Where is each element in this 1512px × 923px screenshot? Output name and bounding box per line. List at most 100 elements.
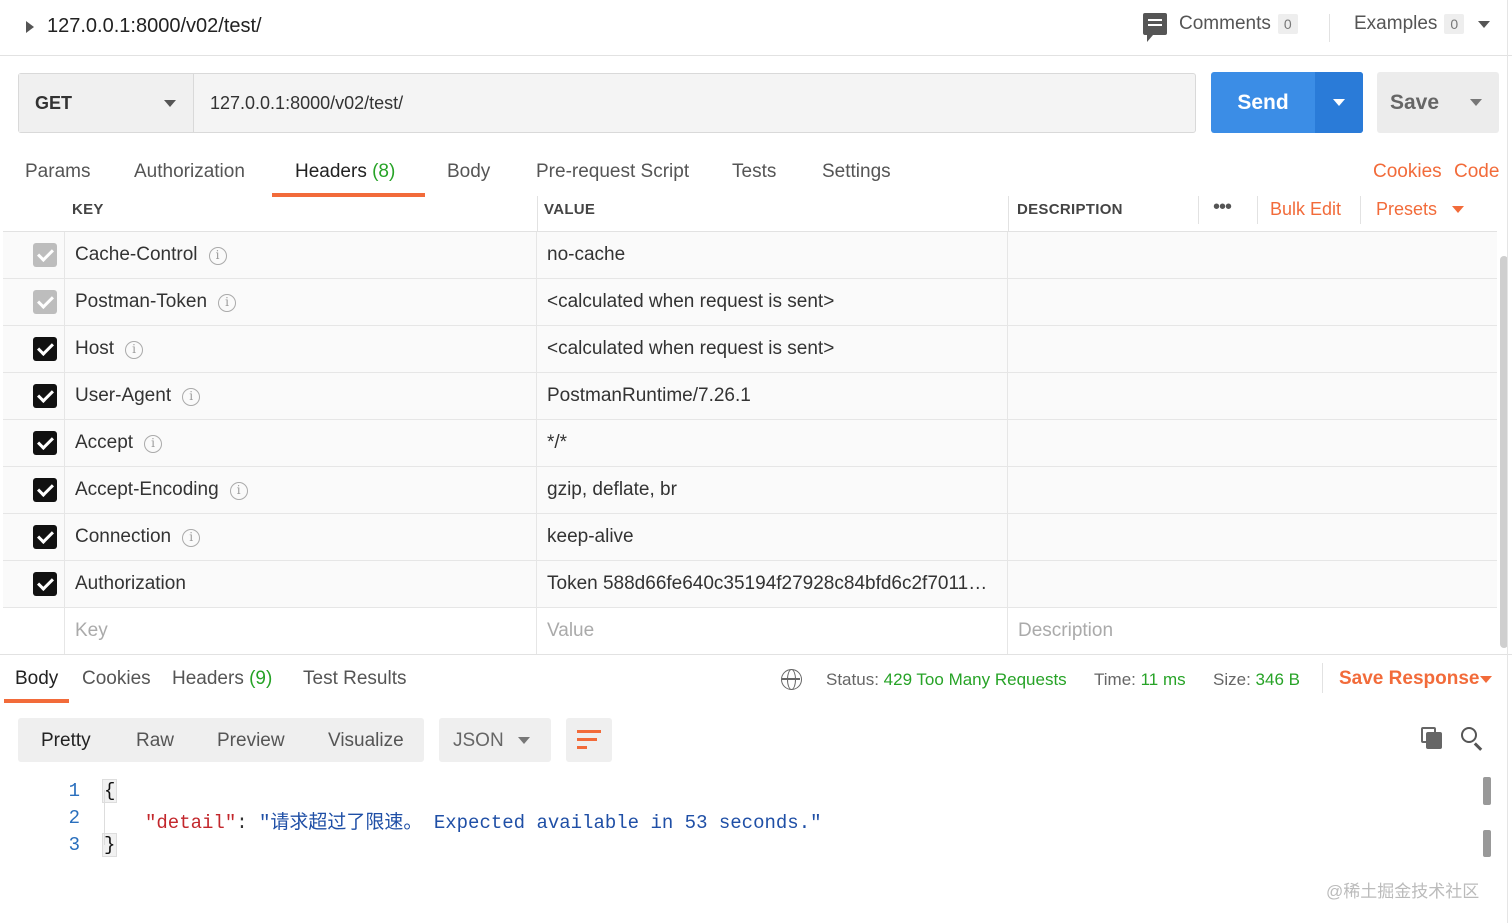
method-select[interactable]: GET — [19, 74, 194, 132]
code-scrollbar[interactable] — [1483, 830, 1491, 857]
chevron-down-icon — [1478, 20, 1491, 28]
tab-params[interactable]: Params — [25, 161, 90, 183]
status-label: Status: — [826, 670, 879, 689]
response-tab-test-results[interactable]: Test Results — [303, 668, 406, 690]
code-link[interactable]: Code — [1454, 161, 1499, 183]
header-description[interactable] — [1008, 232, 1497, 278]
response-tab-body[interactable]: Body — [15, 668, 58, 690]
url-input[interactable] — [194, 74, 1195, 132]
header-checkbox[interactable] — [33, 431, 57, 455]
info-icon[interactable]: i — [125, 341, 144, 359]
tab-headers-count: (8) — [372, 161, 396, 182]
format-visualize[interactable]: Visualize — [328, 730, 404, 752]
globe-icon[interactable] — [781, 669, 802, 690]
table-row: Host i <calculated when request is sent> — [3, 326, 1497, 373]
comments-label: Comments — [1179, 13, 1271, 34]
presets-dropdown[interactable]: Presets — [1376, 199, 1437, 220]
header-key[interactable]: Cache-Control — [75, 244, 198, 265]
header-value[interactable]: PostmanRuntime/7.26.1 — [547, 385, 997, 407]
header-checkbox[interactable] — [33, 243, 57, 267]
bulk-edit-link[interactable]: Bulk Edit — [1270, 199, 1341, 220]
info-icon[interactable]: i — [229, 482, 248, 500]
header-checkbox[interactable] — [33, 478, 57, 502]
method-label: GET — [35, 93, 73, 113]
header-value[interactable]: <calculated when request is sent> — [547, 338, 997, 360]
header-value[interactable]: <calculated when request is sent> — [547, 291, 997, 313]
chevron-down-icon — [1469, 99, 1482, 106]
header-value[interactable]: keep-alive — [547, 526, 997, 548]
tab-settings[interactable]: Settings — [822, 161, 891, 183]
time-value[interactable]: 11 ms — [1141, 670, 1186, 689]
save-response-button[interactable]: Save Response — [1339, 668, 1479, 690]
info-icon[interactable]: i — [208, 247, 227, 265]
table-row: Authorization Token 588d66fe640c35194f27… — [3, 561, 1497, 608]
header-checkbox[interactable] — [33, 384, 57, 408]
comments-button[interactable]: Comments 0 — [1143, 13, 1298, 42]
tab-headers[interactable]: Headers (8) — [295, 161, 395, 183]
send-options-button[interactable] — [1315, 72, 1363, 133]
copy-icon[interactable] — [1421, 727, 1443, 749]
request-title[interactable]: 127.0.0.1:8000/v02/test/ — [47, 15, 262, 38]
save-button[interactable]: Save — [1377, 72, 1452, 133]
new-value-input[interactable]: Value — [547, 620, 594, 642]
cookies-link[interactable]: Cookies — [1373, 161, 1442, 183]
response-tab-cookies[interactable]: Cookies — [82, 668, 151, 690]
header-description[interactable] — [1008, 467, 1497, 513]
header-key[interactable]: User-Agent — [75, 385, 171, 406]
header-key[interactable]: Authorization — [75, 573, 186, 594]
header-checkbox[interactable] — [33, 290, 57, 314]
size-value[interactable]: 346 B — [1256, 670, 1300, 689]
tab-authorization[interactable]: Authorization — [134, 161, 245, 183]
header-key[interactable]: Connection — [75, 526, 171, 547]
headers-table: KEY VALUE DESCRIPTION ••• Bulk Edit Pres… — [3, 186, 1497, 655]
info-icon[interactable]: i — [182, 388, 201, 406]
header-description[interactable] — [1008, 420, 1497, 466]
tab-body[interactable]: Body — [447, 161, 490, 183]
tab-prerequest-script[interactable]: Pre-request Script — [536, 161, 689, 183]
header-description[interactable] — [1008, 561, 1497, 607]
new-key-input[interactable]: Key — [75, 620, 108, 642]
header-description[interactable] — [1008, 373, 1497, 419]
code-scrollbar[interactable] — [1483, 777, 1491, 805]
header-value[interactable]: Token 588d66fe640c35194f27928c84bfd6c2f7… — [547, 573, 997, 595]
status-value[interactable]: 429 Too Many Requests — [884, 670, 1067, 689]
send-button[interactable]: Send — [1211, 72, 1315, 133]
response-tabs: Body Cookies Headers (9) Test Results St… — [0, 654, 1512, 703]
active-tab-indicator — [4, 699, 69, 703]
save-options-button[interactable] — [1452, 72, 1499, 133]
info-icon[interactable]: i — [182, 529, 201, 547]
header-description[interactable] — [1008, 514, 1497, 560]
format-pretty[interactable]: Pretty — [41, 730, 91, 752]
table-row: User-Agent i PostmanRuntime/7.26.1 — [3, 373, 1497, 420]
header-value[interactable]: */* — [547, 432, 997, 454]
header-value[interactable]: gzip, deflate, br — [547, 479, 997, 501]
format-raw[interactable]: Raw — [136, 730, 174, 752]
header-key[interactable]: Accept-Encoding — [75, 479, 219, 500]
response-body-code[interactable]: 1 2 3 { "detail": "请求超过了限速。 Expected ava… — [0, 775, 1500, 885]
wrap-lines-button[interactable] — [566, 718, 612, 762]
new-description-input[interactable]: Description — [1018, 620, 1113, 642]
header-checkbox[interactable] — [33, 337, 57, 361]
header-checkbox[interactable] — [33, 525, 57, 549]
expand-caret-icon[interactable] — [26, 21, 34, 33]
more-options-icon[interactable]: ••• — [1213, 196, 1232, 219]
format-preview[interactable]: Preview — [217, 730, 285, 752]
header-checkbox[interactable] — [33, 572, 57, 596]
header-key[interactable]: Accept — [75, 432, 133, 453]
header-key[interactable]: Host — [75, 338, 114, 359]
table-row: Connection i keep-alive — [3, 514, 1497, 561]
status-readout: Status: 429 Too Many Requests — [826, 670, 1067, 690]
header-description[interactable] — [1008, 279, 1497, 325]
tab-tests[interactable]: Tests — [732, 161, 776, 183]
examples-label: Examples — [1354, 13, 1438, 34]
response-tab-headers[interactable]: Headers (9) — [172, 668, 272, 690]
info-icon[interactable]: i — [218, 294, 237, 312]
language-select[interactable]: JSON — [439, 718, 551, 762]
header-value[interactable]: no-cache — [547, 244, 997, 266]
header-description[interactable] — [1008, 326, 1497, 372]
examples-dropdown[interactable]: Examples 0 — [1354, 13, 1491, 35]
header-key[interactable]: Postman-Token — [75, 291, 207, 312]
search-icon[interactable] — [1461, 727, 1483, 751]
chevron-down-icon[interactable] — [1480, 676, 1492, 683]
info-icon[interactable]: i — [144, 435, 163, 453]
